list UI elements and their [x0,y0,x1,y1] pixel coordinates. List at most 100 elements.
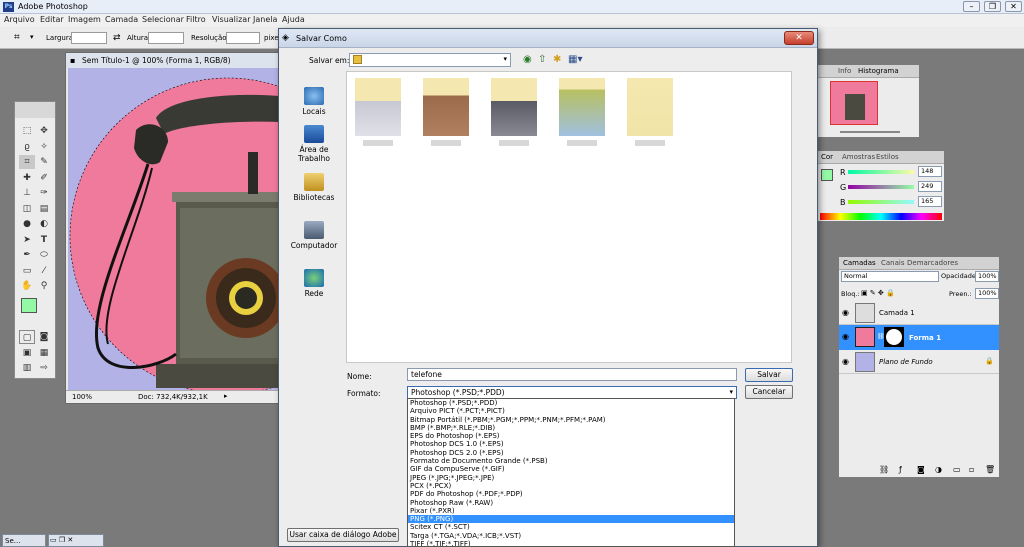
tab-demarcadores[interactable]: Demarcadores [907,259,958,267]
eraser-tool-icon[interactable]: ◫ [19,202,35,216]
place-rede[interactable]: Rede [287,269,341,298]
status-menu-arrow-icon[interactable]: ▸ [224,392,228,400]
format-option[interactable]: Bitmap Portátil (*.PBM;*.PGM;*.PPM;*.PNM… [408,416,734,424]
file-item[interactable] [491,78,537,146]
crop-tool-button-icon[interactable]: ⌗ [19,155,35,169]
canvas[interactable] [68,68,280,390]
up-folder-icon[interactable]: ⇧ [538,54,546,65]
format-option[interactable]: PCX (*.PCX) [408,482,734,490]
minimized-window-controls[interactable]: ▭ ❐ ✕ [48,534,104,547]
format-option[interactable]: JPEG (*.JPG;*.JPEG;*.JPE) [408,474,734,482]
zoom-tool-icon[interactable]: ⚲ [36,279,52,293]
format-option[interactable]: Scitex CT (*.SCT) [408,523,734,531]
crop-tool-icon[interactable]: ⌗ [14,32,20,43]
format-option[interactable]: PNG (*.PNG) [408,515,734,524]
place-computador[interactable]: Computador [287,221,341,250]
format-option[interactable]: Arquivo PICT (*.PCT;*.PICT) [408,407,734,415]
notes-tool-icon[interactable]: ▭ [19,264,35,278]
magic-wand-icon[interactable]: ✧ [36,140,52,154]
slice-tool-icon[interactable]: ✎ [36,155,52,169]
place-bibliotecas[interactable]: Bibliotecas [287,173,341,202]
healing-brush-icon[interactable]: ✚ [19,171,35,185]
restore-icon[interactable]: ❐ [59,536,65,544]
new-group-icon[interactable]: ▭ [953,465,961,474]
place-locais[interactable]: Locais [287,87,341,116]
format-option[interactable]: PDF do Photoshop (*.PDF;*.PDP) [408,490,734,498]
quick-mask-off-icon[interactable]: ▢ [19,330,35,344]
layer-row-selected[interactable]: ◉ ⛓ Forma 1 [839,325,999,350]
width-input[interactable] [71,32,107,44]
file-list[interactable] [346,71,792,363]
minimize-icon[interactable]: ▭ [50,536,57,544]
marquee-tool-icon[interactable]: ⬚ [19,124,35,138]
channel-r-value[interactable]: 148 [918,166,942,177]
delete-layer-icon[interactable]: 🗑 [985,465,995,474]
color-ramp[interactable] [820,213,942,220]
menu-janela[interactable]: Janela [253,15,277,24]
swap-icon[interactable]: ⇄ [113,33,121,43]
jump-to-imageready-icon[interactable]: ⇨ [36,361,52,375]
clone-stamp-icon[interactable]: ⊥ [19,186,35,200]
view-menu-icon[interactable]: ▦▾ [568,54,582,65]
eye-icon[interactable]: ◉ [842,357,849,366]
height-input[interactable] [148,32,184,44]
screen-mode-3-icon[interactable]: ▥ [19,361,35,375]
tab-histograma[interactable]: Histograma [858,67,899,75]
dialog-title-bar[interactable]: ◈ Salvar Como ✕ [279,29,817,48]
format-option[interactable]: Photoshop DCS 1.0 (*.EPS) [408,440,734,448]
fill-input[interactable]: 100% [975,288,999,299]
menu-filtro[interactable]: Filtro [186,15,206,24]
file-item[interactable] [559,78,605,146]
file-name-input[interactable]: telefone [407,368,737,381]
blur-tool-icon[interactable]: ● [19,217,35,231]
format-option[interactable]: Formato de Documento Grande (*.PSB) [408,457,734,465]
tab-cor[interactable]: Cor [821,153,833,161]
history-brush-icon[interactable]: ✑ [36,186,52,200]
eye-icon[interactable]: ◉ [842,308,849,317]
channel-r-slider[interactable] [848,170,914,174]
menu-imagem[interactable]: Imagem [68,15,101,24]
document-title-bar[interactable]: ▪ Sem Título-1 @ 100% (Forma 1, RGB/8) [66,53,280,68]
screen-mode-2-icon[interactable]: ▦ [36,346,52,360]
resolution-input[interactable] [226,32,260,44]
path-selection-icon[interactable]: ➤ [19,233,35,247]
format-option[interactable]: EPS do Photoshop (*.EPS) [408,432,734,440]
zoom-slider[interactable] [840,131,900,133]
tab-info[interactable]: Info [838,67,851,75]
menu-camada[interactable]: Camada [105,15,138,24]
dialog-close-icon[interactable]: ✕ [784,31,814,45]
format-option[interactable]: Targa (*.TGA;*.VDA;*.ICB;*.VST) [408,532,734,540]
lasso-tool-icon[interactable]: ϱ [19,140,35,154]
tab-estilos[interactable]: Estilos [876,153,899,161]
minimized-window[interactable]: Se... [2,534,46,547]
layer-name[interactable]: Forma 1 [909,334,941,342]
restore-icon[interactable]: ❐ [984,1,1001,12]
place-area-de-trabalho[interactable]: Área de Trabalho [287,125,341,163]
foreground-color-swatch[interactable] [21,298,37,313]
format-dropdown-list[interactable]: Photoshop (*.PSD;*.PDD) Arquivo PICT (*.P… [407,398,735,547]
eyedropper-icon[interactable]: ⁄ [36,264,52,278]
save-button[interactable]: Salvar [745,368,793,382]
gradient-tool-icon[interactable]: ▤ [36,202,52,216]
hand-tool-icon[interactable]: ✋ [19,279,35,293]
layer-row[interactable]: ◉ Camada 1 [839,301,999,325]
format-option[interactable]: GIF da CompuServe (*.GIF) [408,465,734,473]
layer-style-icon[interactable]: ƒ [899,465,902,474]
brush-tool-icon[interactable]: ✐ [36,171,52,185]
save-in-select[interactable]: ▾ [349,53,511,67]
layer-mask-icon[interactable]: ◙ [917,465,925,474]
new-layer-icon[interactable]: ▫ [969,465,974,474]
color-foreground-swatch[interactable] [821,169,833,181]
type-tool-icon[interactable]: T [36,233,52,247]
cancel-button[interactable]: Cancelar [745,385,793,399]
lock-icons[interactable]: ▣ ✎ ✥ 🔒 [861,289,895,297]
opacity-input[interactable]: 100% [975,271,999,282]
file-item[interactable] [423,78,469,146]
layer-row[interactable]: ◉ Plano de Fundo 🔒 [839,350,999,374]
screen-mode-1-icon[interactable]: ▣ [19,346,35,360]
menu-arquivo[interactable]: Arquivo [4,15,35,24]
dodge-tool-icon[interactable]: ◐ [36,217,52,231]
navigator-thumbnail[interactable] [830,81,878,125]
eye-icon[interactable]: ◉ [842,332,849,341]
use-adobe-dialog-button[interactable]: Usar caixa de diálogo Adobe [287,528,399,542]
